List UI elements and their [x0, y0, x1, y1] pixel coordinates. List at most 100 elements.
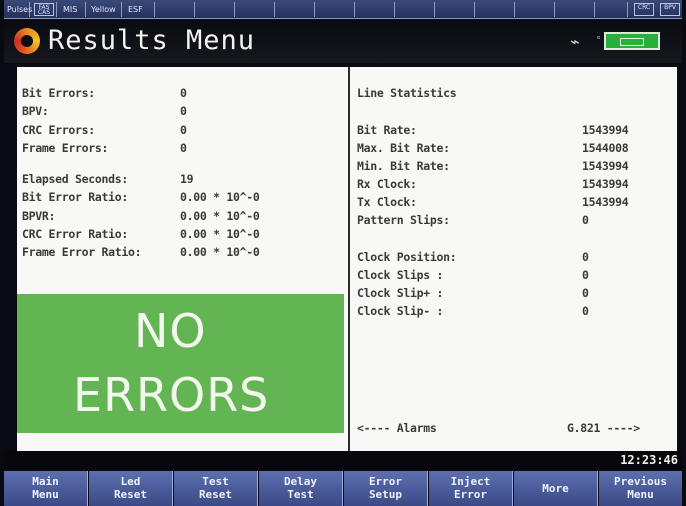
min-bit-rate-value: 1543994	[582, 159, 629, 173]
elapsed-seconds-value: 19	[180, 172, 194, 186]
inject-error-button[interactable]: Inject Error	[429, 471, 513, 506]
status-slot	[198, 2, 235, 17]
status-mis: MIS	[60, 2, 86, 17]
device-screen: Pulses FAS CAS MIS Yellow ESF CRC BPV Re…	[0, 0, 686, 506]
title-bar: Results Menu ⌁ ᵉ	[4, 19, 682, 63]
crc-errors-label: CRC Errors:	[22, 123, 95, 137]
test-reset-button[interactable]: Test Reset	[174, 471, 258, 506]
softkey-label: Error	[453, 488, 488, 501]
main-menu-button[interactable]: Main Menu	[4, 471, 88, 506]
g821-link[interactable]: G.821 ---->	[567, 421, 640, 435]
softkey-label: Led	[120, 475, 141, 488]
status-slot	[518, 2, 555, 17]
softkey-label: Previous	[614, 475, 667, 488]
softkey-label: Main	[32, 475, 59, 488]
status-slot	[158, 2, 195, 17]
status-slot	[438, 2, 475, 17]
panel-divider	[348, 67, 350, 451]
pattern-slips-label: Pattern Slips:	[357, 213, 450, 227]
results-panel: Bit Errors: 0 BPV: 0 CRC Errors: 0 Frame…	[17, 67, 677, 451]
no-errors-line1: NO	[134, 304, 207, 358]
status-separator	[56, 2, 57, 17]
status-slot	[358, 2, 395, 17]
softkey-label: More	[542, 482, 569, 495]
bit-error-ratio-label: Bit Error Ratio:	[22, 190, 128, 204]
clock-slip-plus-label: Clock Slip+ :	[357, 286, 444, 300]
status-pulses: Pulses	[4, 2, 32, 17]
status-slot	[278, 2, 315, 17]
clock-bar: 12:23:46	[4, 451, 682, 470]
softkey-label: Reset	[198, 488, 233, 501]
bit-error-ratio-value: 0.00 * 10^-0	[180, 190, 260, 204]
crc-error-ratio-value: 0.00 * 10^-0	[180, 227, 260, 241]
softkey-label: Delay	[283, 475, 318, 488]
frame-errors-label: Frame Errors:	[22, 141, 109, 155]
alarms-link[interactable]: <---- Alarms	[357, 421, 437, 435]
tx-clock-label: Tx Clock:	[357, 195, 417, 209]
crc-error-ratio-label: CRC Error Ratio:	[22, 227, 128, 241]
clock-slip-minus-value: 0	[582, 304, 589, 318]
softkey-label: Menu	[627, 488, 654, 501]
softkey-label: Reset	[113, 488, 148, 501]
status-bar: Pulses FAS CAS MIS Yellow ESF CRC BPV	[4, 0, 682, 19]
frame-errors-value: 0	[180, 141, 187, 155]
clock-slip-plus-value: 0	[582, 286, 589, 300]
clock-slips-value: 0	[582, 268, 589, 282]
crc-indicator-icon: CRC	[634, 3, 654, 16]
softkey-label: Setup	[368, 488, 403, 501]
min-bit-rate-label: Min. Bit Rate:	[357, 159, 450, 173]
led-reset-button[interactable]: Led Reset	[89, 471, 173, 506]
usb-icon: ⌁	[570, 32, 580, 51]
battery-label-icon: ᵉ	[596, 35, 602, 45]
line-statistics-header: Line Statistics	[357, 86, 457, 100]
rx-clock-label: Rx Clock:	[357, 177, 417, 191]
status-esf: ESF	[125, 2, 155, 17]
clock-position-label: Clock Position:	[357, 250, 457, 264]
previous-menu-button[interactable]: Previous Menu	[599, 471, 682, 506]
status-slot	[398, 2, 435, 17]
clock-slip-minus-label: Clock Slip- :	[357, 304, 444, 318]
status-slot	[318, 2, 355, 17]
bpv-label: BPV:	[22, 104, 49, 118]
clock-position-value: 0	[582, 250, 589, 264]
tx-clock-value: 1543994	[582, 195, 629, 209]
no-errors-line2: ERRORS	[73, 368, 270, 422]
bit-rate-label: Bit Rate:	[357, 123, 417, 137]
frame-error-ratio-label: Frame Error Ratio:	[22, 245, 142, 259]
status-yellow: Yellow	[88, 2, 122, 17]
delay-test-button[interactable]: Delay Test	[259, 471, 343, 506]
more-button[interactable]: More	[514, 471, 598, 506]
frame-error-ratio-value: 0.00 * 10^-0	[180, 245, 260, 259]
bpvr-label: BPVR:	[22, 209, 56, 223]
softkey-label: Test	[202, 475, 229, 488]
error-setup-button[interactable]: Error Setup	[344, 471, 428, 506]
softkey-label: Error	[368, 475, 403, 488]
status-slot	[238, 2, 275, 17]
bit-rate-value: 1543994	[582, 123, 629, 137]
bpv-value: 0	[180, 104, 187, 118]
bpvr-value: 0.00 * 10^-0	[180, 209, 260, 223]
status-slot	[558, 2, 595, 17]
clock-slips-label: Clock Slips :	[357, 268, 444, 282]
fas-cas-indicator-icon: FAS CAS	[34, 3, 54, 16]
max-bit-rate-value: 1544008	[582, 141, 629, 155]
softkey-bar: Main Menu Led Reset Test Reset Delay Tes…	[4, 471, 682, 506]
page-title: Results Menu	[48, 25, 256, 56]
max-bit-rate-label: Max. Bit Rate:	[357, 141, 450, 155]
no-errors-indicator: NO ERRORS	[17, 294, 344, 433]
bit-errors-label: Bit Errors:	[22, 86, 95, 100]
elapsed-seconds-label: Elapsed Seconds:	[22, 172, 128, 186]
bit-errors-value: 0	[180, 86, 187, 100]
softkey-label: Menu	[32, 488, 59, 501]
pattern-slips-value: 0	[582, 213, 589, 227]
bpv-indicator-icon: BPV	[660, 3, 680, 16]
logo-icon	[14, 28, 40, 54]
battery-icon	[604, 32, 660, 50]
crc-errors-value: 0	[180, 123, 187, 137]
softkey-label: Inject	[450, 475, 491, 488]
clock: 12:23:46	[620, 453, 678, 467]
status-slot	[478, 2, 515, 17]
status-slot	[598, 2, 628, 17]
softkey-label: Test	[287, 488, 314, 501]
rx-clock-value: 1543994	[582, 177, 629, 191]
